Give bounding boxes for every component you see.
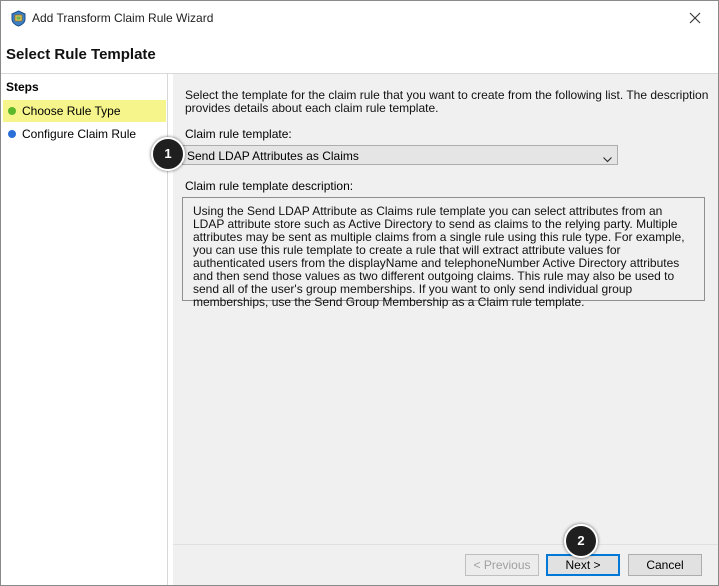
step-choose-rule-type[interactable]: Choose Rule Type (3, 100, 166, 122)
previous-button[interactable]: < Previous (465, 554, 539, 576)
step-active-dot-icon (8, 107, 16, 115)
main-panel: Select the template for the claim rule t… (173, 74, 718, 544)
step-configure-claim-rule[interactable]: Configure Claim Rule (3, 123, 166, 145)
select-value: Send LDAP Attributes as Claims (187, 149, 359, 163)
claim-rule-template-select[interactable]: Send LDAP Attributes as Claims (182, 145, 618, 165)
page-header: Select Rule Template (1, 35, 718, 74)
chevron-down-icon (603, 152, 612, 166)
description-box: Using the Send LDAP Attribute as Claims … (182, 197, 705, 309)
intro-text: Select the template for the claim rule t… (185, 88, 709, 115)
steps-sidebar: Steps Choose Rule Type Configure Claim R… (1, 74, 168, 585)
step-label: Choose Rule Type (22, 104, 121, 118)
close-icon (689, 12, 701, 24)
adfs-app-icon (10, 10, 27, 27)
step-pending-dot-icon (8, 130, 16, 138)
step-label: Configure Claim Rule (22, 127, 137, 141)
annotation-badge-1: 1 (151, 137, 185, 171)
close-button[interactable] (672, 1, 718, 35)
description-label: Claim rule template description: (185, 179, 354, 193)
annotation-badge-2: 2 (564, 524, 598, 558)
page-title: Select Rule Template (6, 46, 156, 63)
template-label: Claim rule template: (185, 127, 292, 141)
title-bar: Add Transform Claim Rule Wizard (1, 1, 718, 35)
window-title: Add Transform Claim Rule Wizard (32, 11, 214, 25)
steps-title: Steps (6, 80, 39, 94)
description-text: Using the Send LDAP Attribute as Claims … (193, 204, 685, 309)
wizard-window: Add Transform Claim Rule Wizard Select R… (0, 0, 719, 586)
cancel-button[interactable]: Cancel (628, 554, 702, 576)
button-bar: < Previous Next > Cancel (173, 544, 718, 585)
